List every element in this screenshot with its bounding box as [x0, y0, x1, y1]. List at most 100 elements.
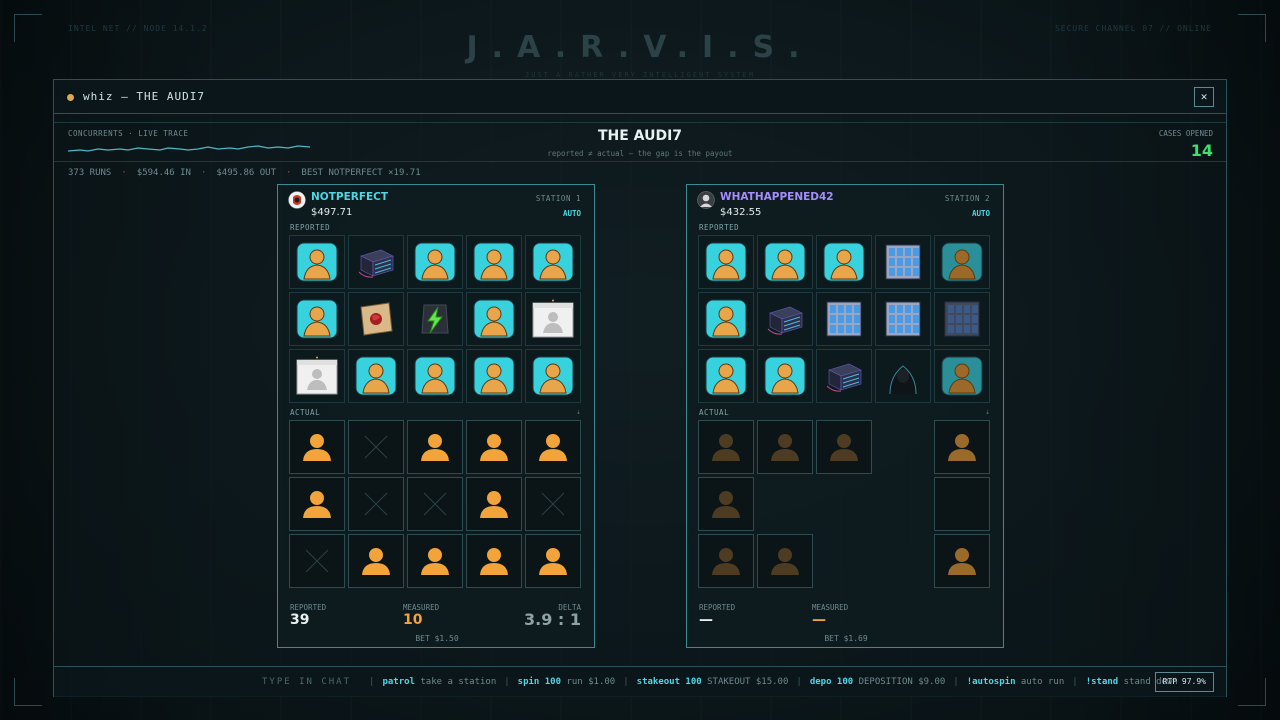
grid-cell: [525, 420, 581, 474]
station-label: STATION 2: [944, 194, 990, 203]
grid-cell: [348, 349, 404, 403]
person-icon: [945, 432, 979, 462]
measured-count: 10: [403, 612, 423, 628]
cases-opened-count: 14: [1190, 141, 1213, 160]
station-2-panel[interactable]: WHATHAPPENED42 $432.55 STATION 2 AUTO RE…: [686, 184, 1004, 648]
chat-separator: |: [1072, 677, 1078, 687]
player-avatar: [697, 191, 715, 209]
auto-mode-badge[interactable]: AUTO: [563, 209, 581, 218]
chat-separator: |: [369, 677, 375, 687]
bust-symbol-icon: [705, 299, 747, 339]
close-button[interactable]: ✕: [1194, 87, 1214, 107]
grid-cell: [816, 477, 872, 531]
in-stat: $594.46 IN: [136, 168, 191, 178]
grid-cell: [348, 420, 404, 474]
measured-count-label: MEASURED: [403, 603, 440, 612]
grid-cell: [757, 477, 813, 531]
grid-cell: [698, 477, 754, 531]
bet-amount: BET $1.50: [415, 634, 459, 643]
grid-cell: [348, 477, 404, 531]
grid-cell: [407, 235, 463, 289]
grid-cell: [289, 534, 345, 588]
grid-cell: [289, 349, 345, 403]
bust-symbol-icon: [532, 242, 574, 282]
grid-cell: [816, 235, 872, 289]
grid-cell: [289, 477, 345, 531]
command-autospin[interactable]: !autospin: [967, 677, 1016, 687]
grid-cell: [816, 292, 872, 346]
grid-cell: [934, 235, 990, 289]
person-icon: [300, 489, 334, 519]
actual-section-label: ACTUAL: [290, 408, 321, 417]
person-icon: [827, 432, 861, 462]
grid-cell: [698, 534, 754, 588]
grid-cell: [698, 349, 754, 403]
grid-cell: [757, 292, 813, 346]
command-depo[interactable]: depo 100: [810, 677, 853, 687]
player-balance: $497.71: [311, 207, 353, 218]
mugshot-symbol-icon: [531, 299, 575, 339]
person-icon: [709, 546, 743, 576]
station-1-panel[interactable]: NOTPERFECT $497.71 STATION 1 AUTO REPORT…: [277, 184, 595, 648]
grid-cell: [698, 235, 754, 289]
reported-section-label: REPORTED: [699, 223, 740, 232]
grid-cell: [407, 534, 463, 588]
command-spin[interactable]: spin 100: [518, 677, 561, 687]
game-window: whiz — THE AUDI7 ✕ CONCURRENTS · LIVE TR…: [53, 79, 1227, 697]
station-label: STATION 1: [535, 194, 581, 203]
building-symbol-icon: [941, 299, 983, 339]
grid-cell: [466, 420, 522, 474]
person-icon: [418, 546, 452, 576]
grid-cell: [466, 349, 522, 403]
bust-symbol-icon: [473, 356, 515, 396]
grid-cell: [934, 349, 990, 403]
lightning-symbol-icon: [414, 299, 456, 339]
bust-symbol-icon: [823, 242, 865, 282]
grid-cell: [407, 477, 463, 531]
building-symbol-icon: [823, 299, 865, 339]
deposition-symbol-icon: [355, 299, 397, 339]
person-icon: [536, 546, 570, 576]
rtp-badge: RTP 97.9%: [1154, 672, 1214, 692]
command-stakeout[interactable]: stakeout 100: [637, 677, 702, 687]
server-symbol-icon: [355, 242, 397, 282]
bust-symbol-icon: [296, 242, 338, 282]
reported-count-label: REPORTED: [290, 603, 327, 612]
bet-amount: BET $1.69: [824, 634, 868, 643]
auto-mode-badge[interactable]: AUTO: [972, 209, 990, 218]
person-icon: [768, 546, 802, 576]
bust-symbol-icon: [941, 356, 983, 396]
grid-cell: [525, 534, 581, 588]
best-stat: BEST NOTPERFECT ×19.71: [301, 168, 421, 178]
delta-value: 3.9 : 1: [523, 610, 581, 629]
bust-symbol-icon: [414, 356, 456, 396]
frame-corner: [1238, 678, 1266, 706]
person-icon: [709, 489, 743, 519]
cases-opened-label: CASES OPENED: [1158, 129, 1213, 138]
player-avatar: [288, 191, 306, 209]
grid-cell: [934, 420, 990, 474]
grid-cell: [348, 235, 404, 289]
command-stand[interactable]: !stand: [1086, 677, 1119, 687]
bust-symbol-icon: [764, 356, 806, 396]
grid-cell: [934, 477, 990, 531]
collapse-toggle-icon[interactable]: ⇣: [985, 407, 990, 416]
bust-symbol-icon: [473, 242, 515, 282]
empty-x-icon: [538, 489, 568, 519]
person-icon: [418, 432, 452, 462]
reported-count: —: [699, 612, 713, 628]
app-subtitle: JUST A RATHER VERY INTELLIGENT SYSTEM: [525, 71, 755, 79]
grid-cell: [407, 420, 463, 474]
actual-grid: [698, 420, 990, 588]
app-title: J.A.R.V.I.S.: [466, 30, 814, 65]
collapse-toggle-icon[interactable]: ⇣: [576, 407, 581, 416]
actual-grid: [289, 420, 581, 588]
chat-separator: |: [796, 677, 802, 687]
person-icon: [945, 546, 979, 576]
grid-cell: [348, 292, 404, 346]
status-dot-icon: [67, 94, 74, 101]
grid-cell: [875, 349, 931, 403]
game-header: CONCURRENTS · LIVE TRACE THE AUDI7 repor…: [54, 122, 1226, 162]
command-patrol[interactable]: patrol: [382, 677, 415, 687]
grid-cell: [875, 420, 931, 474]
